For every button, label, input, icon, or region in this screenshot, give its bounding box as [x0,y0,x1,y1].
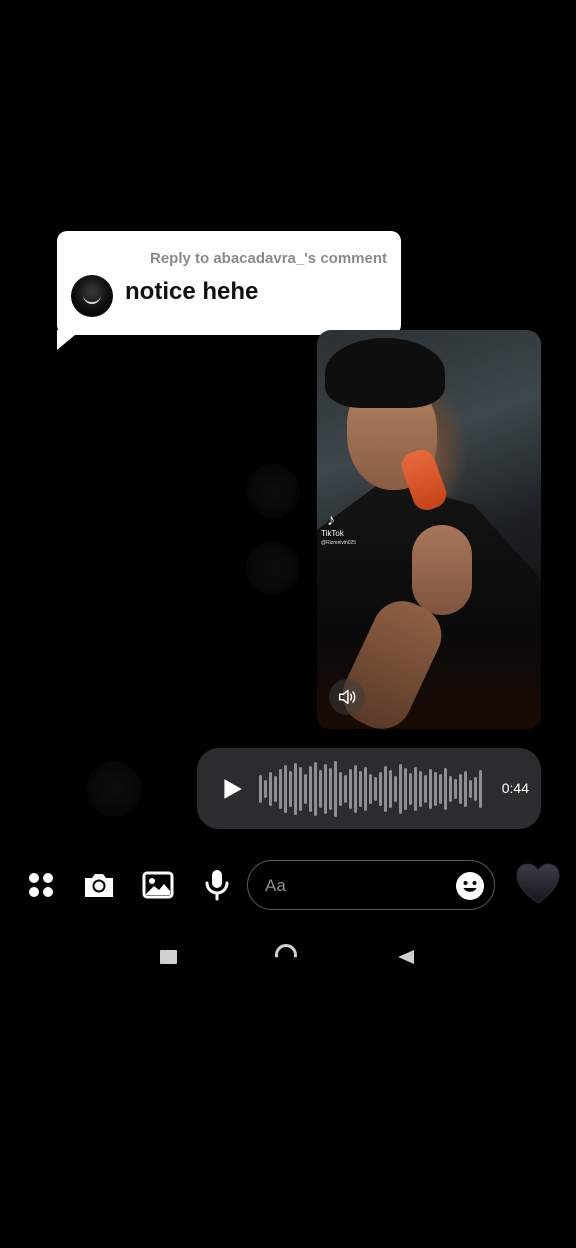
apps-grid-icon [29,873,53,897]
waveform-bar [294,762,297,815]
waveform-bar [299,766,302,811]
chat-screen: Reply to abacadavra_'s comment notice he… [0,0,576,1248]
faint-reaction-icon [246,464,300,518]
tiktok-watermark: ♪ TikTok @Rizmelvin025 [321,512,356,547]
waveform-bar [289,770,292,807]
waveform-bar [429,768,432,809]
waveform-bar [444,767,447,810]
message-input[interactable]: Aa [247,860,495,910]
video-frame-hair [325,338,445,408]
apps-button[interactable] [24,868,58,902]
voice-record-button[interactable] [200,868,234,902]
waveform-bar [279,768,282,809]
waveform-bar [274,775,277,802]
waveform-bar [284,764,287,813]
avatar [71,275,113,317]
reply-card-tail [57,330,81,350]
faint-reaction-icon [246,541,300,595]
waveform-bar [469,779,472,798]
reply-title: Reply to abacadavra_'s comment [150,250,387,267]
waveform-bar [419,770,422,807]
waveform-bar [439,773,442,804]
gallery-button[interactable] [141,868,175,902]
play-icon[interactable] [219,776,245,802]
waveform-bar [434,771,437,806]
waveform-bar [259,774,262,803]
waveform-bar [424,774,427,803]
camera-icon [85,874,113,897]
waveform-bar [319,769,322,808]
waveform-bar [339,771,342,806]
waveform-bar [464,770,467,807]
audio-waveform[interactable] [259,760,487,817]
waveform-bar [359,770,362,807]
camera-button[interactable] [82,868,116,902]
waveform-bar [374,776,377,801]
volume-icon [338,689,356,705]
voice-duration: 0:44 [501,780,529,796]
waveform-bar [324,763,327,814]
waveform-bar [379,771,382,806]
waveform-bar [349,768,352,809]
video-frame-hand [412,525,472,615]
waveform-bar [399,763,402,814]
waveform-bar [354,764,357,813]
waveform-bar [334,760,337,817]
waveform-bar [404,767,407,810]
image-icon [142,871,174,899]
waveform-bar [344,774,347,803]
waveform-bar [474,776,477,801]
waveform-bar [369,773,372,804]
waveform-bar [449,775,452,802]
faint-reaction-icon [86,761,142,817]
waveform-bar [409,772,412,805]
waveform-bar [314,761,317,816]
tiktok-logo-icon: ♪ [327,512,335,529]
home-icon[interactable] [275,944,297,958]
emoji-icon[interactable] [455,871,485,901]
back-icon[interactable] [398,950,414,964]
waveform-bar [479,769,482,808]
reply-comment-card[interactable]: Reply to abacadavra_'s comment notice he… [57,231,401,335]
heart-icon[interactable] [515,862,561,906]
waveform-bar [364,766,367,811]
waveform-bar [459,773,462,804]
waveform-bar [304,773,307,804]
tiktok-handle: @Rizmelvin025 [321,540,357,547]
video-message[interactable]: ♪ TikTok @Rizmelvin025 [317,330,541,729]
waveform-bar [394,775,397,802]
microphone-icon [205,870,229,901]
tiktok-brand: TikTok [321,528,344,538]
waveform-bar [329,767,332,810]
waveform-bar [309,765,312,812]
reply-comment-text: notice hehe [125,278,259,305]
message-input-placeholder: Aa [265,876,286,895]
waveform-bar [264,779,267,798]
waveform-bar [269,771,272,806]
waveform-bar [414,766,417,811]
waveform-bar [389,769,392,808]
waveform-bar [454,778,457,799]
volume-button[interactable] [329,679,365,715]
waveform-bar [384,765,387,812]
voice-message[interactable]: 0:44 [197,748,541,829]
recents-icon[interactable] [160,950,177,964]
